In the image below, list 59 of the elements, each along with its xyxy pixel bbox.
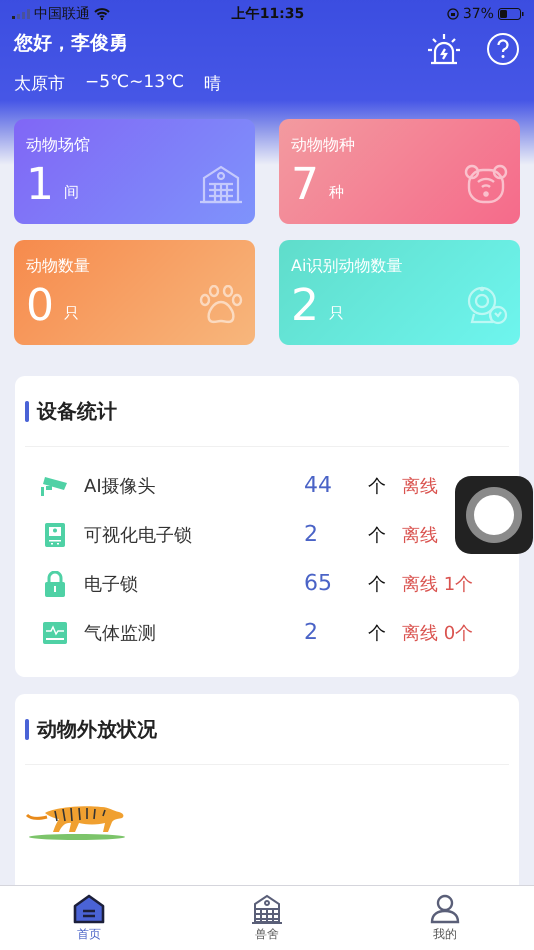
paw-icon: [199, 285, 243, 325]
rotation-lock-icon: [446, 8, 459, 20]
count-unit: 个: [368, 572, 387, 596]
card-value: 1: [26, 160, 54, 210]
device-count: 2: [304, 620, 319, 645]
building-icon: [199, 164, 243, 204]
security-camera-icon: [40, 474, 70, 496]
battery-percent: 37%: [462, 6, 494, 22]
section-title: 动物外放状况: [37, 716, 157, 742]
gas-monitor-icon: [43, 622, 67, 644]
card-title: 动物场馆: [26, 135, 91, 156]
card-title: 动物物种: [291, 135, 356, 156]
card-unit: 只: [64, 304, 79, 323]
device-name: 电子锁: [84, 572, 139, 596]
intercom-panel-icon: [44, 522, 66, 546]
home-icon: [73, 894, 105, 924]
offline-count: 离线: [402, 474, 438, 498]
stat-card[interactable]: 动物物种 7 种: [279, 119, 520, 224]
tab-bar-item[interactable]: 我的: [356, 886, 534, 950]
wifi-icon: [94, 8, 110, 20]
offline-count: 离线: [402, 524, 438, 546]
stat-card[interactable]: 动物数量 0 只: [14, 240, 255, 345]
count-unit: 个: [368, 524, 387, 546]
device-name: 气体监测: [84, 622, 157, 644]
card-value: 0: [26, 281, 54, 331]
device-count: 44: [304, 473, 333, 498]
count-unit: 个: [368, 622, 387, 644]
battery-icon: [498, 8, 524, 20]
carrier-name: 中国联通: [34, 5, 90, 23]
device-count: 65: [304, 571, 333, 596]
status-time: 上午11:35: [232, 5, 304, 23]
count-unit: 个: [368, 474, 387, 498]
lock-icon: [44, 570, 66, 596]
section-title: 设备统计: [37, 398, 117, 424]
bear-face-icon: [464, 164, 508, 204]
city-name: 太原市: [14, 73, 65, 95]
tab-bar-item[interactable]: 首页: [0, 886, 178, 950]
user-icon: [429, 894, 461, 924]
card-unit: 间: [64, 183, 79, 202]
offline-count: 离线 1个: [402, 572, 474, 596]
temperature: −5℃~13℃: [85, 72, 184, 94]
card-value: 7: [291, 160, 319, 210]
card-title: Ai识别动物数量: [291, 256, 404, 277]
device-name: AI摄像头: [84, 474, 157, 498]
building-icon: [251, 894, 283, 924]
card-unit: 只: [329, 304, 344, 323]
greeting: 您好，李俊勇: [14, 31, 129, 56]
tab-bar-item[interactable]: 兽舍: [178, 886, 356, 950]
card-unit: 种: [329, 183, 344, 202]
stat-card[interactable]: 动物场馆 1 间: [14, 119, 255, 224]
help-icon[interactable]: [486, 32, 520, 66]
signal-icon: [12, 9, 30, 19]
offline-count: 离线 0个: [402, 622, 474, 644]
assistive-touch-button[interactable]: [455, 476, 533, 554]
card-title: 动物数量: [26, 256, 91, 277]
weather-condition: 晴: [204, 73, 222, 95]
card-value: 2: [291, 281, 319, 331]
device-count: 2: [304, 522, 319, 547]
device-name: 可视化电子锁: [84, 524, 193, 546]
